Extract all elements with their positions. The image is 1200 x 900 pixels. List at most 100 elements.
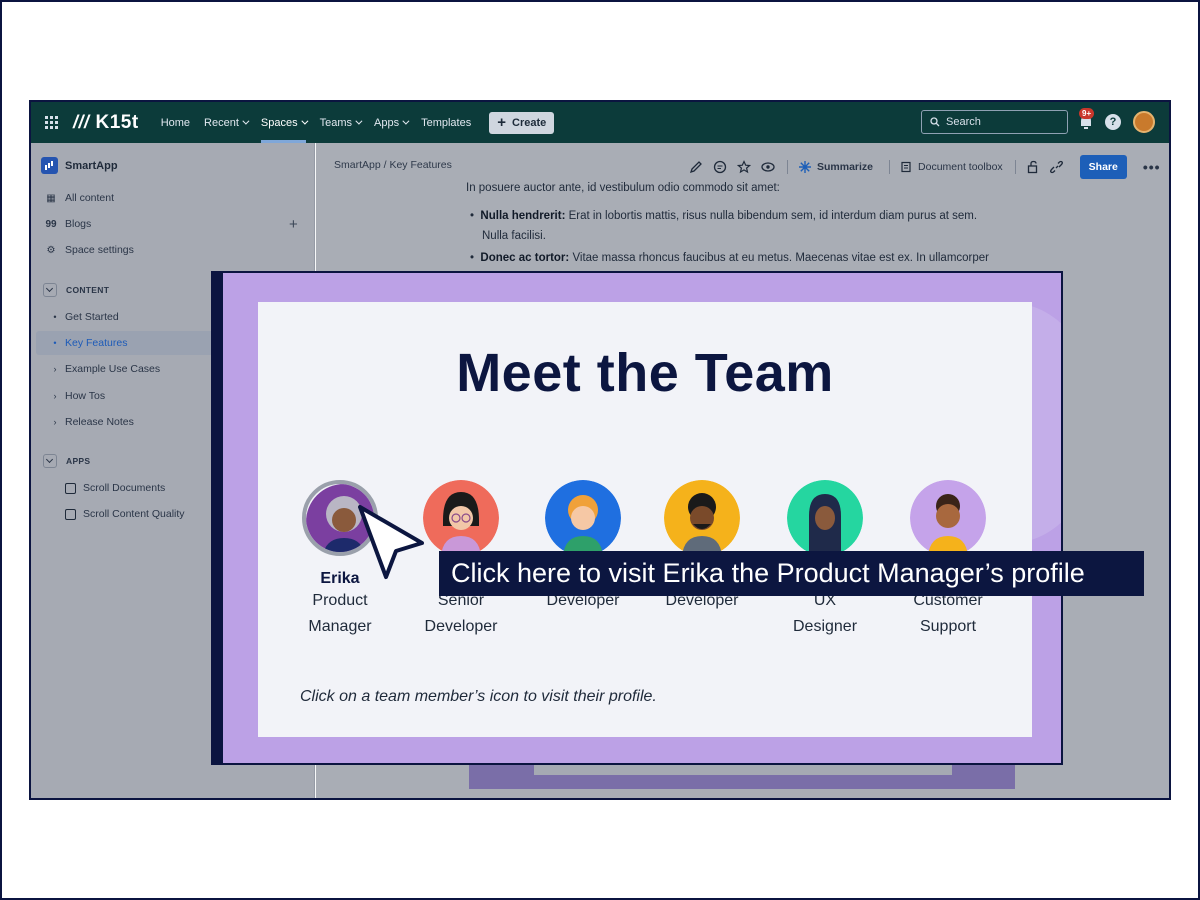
tree-item-key-features[interactable]: • Key Features xyxy=(49,337,127,349)
customer-support-avatar-icon xyxy=(910,480,986,556)
doc-intro-line: In posuere auctor ante, id vestibulum od… xyxy=(466,182,780,194)
star-icon[interactable] xyxy=(737,160,751,174)
nav-apps-label: Apps xyxy=(374,116,400,129)
more-actions-icon[interactable]: ••• xyxy=(1143,159,1161,175)
help-icon[interactable]: ? xyxy=(1105,114,1121,130)
plus-icon: + xyxy=(497,114,506,131)
tree-item-get-started[interactable]: • Get Started xyxy=(49,311,119,323)
edit-pencil-icon[interactable] xyxy=(689,160,703,174)
tree-item-label: Get Started xyxy=(65,311,119,323)
member-role-line2: Developer xyxy=(424,618,498,635)
summarize-button[interactable]: Summarize xyxy=(798,160,873,174)
space-chart-icon xyxy=(41,157,58,174)
developer-avatar-icon xyxy=(545,480,621,556)
doc-bullet-2-text: Vitae massa rhoncus faucibus at eu metus… xyxy=(569,252,989,264)
chevron-down-icon xyxy=(402,117,410,125)
unlock-icon[interactable] xyxy=(1026,160,1040,174)
tree-item-label: Example Use Cases xyxy=(65,363,161,375)
slide-title: Meet the Team xyxy=(456,343,834,403)
search-input[interactable]: Search xyxy=(921,110,1068,134)
chevron-right-icon: › xyxy=(53,364,57,374)
add-blog-plus-icon[interactable]: + xyxy=(289,216,298,233)
tree-item-example-use-cases[interactable]: › Example Use Cases xyxy=(49,363,161,375)
bullet-icon: • xyxy=(470,210,481,222)
nav-teams-label: Teams xyxy=(319,116,353,129)
document-toolbox-button[interactable]: Document toolbox xyxy=(900,161,1003,173)
tree-item-label: Key Features xyxy=(65,337,128,349)
tree-item-label: Release Notes xyxy=(65,416,134,428)
toolbar-divider xyxy=(1014,160,1016,174)
section-header-label: CONTENT xyxy=(66,285,110,295)
tree-item-how-tos[interactable]: › How Tos xyxy=(49,390,106,402)
tree-item-release-notes[interactable]: › Release Notes xyxy=(49,416,134,428)
nav-templates[interactable]: Templates xyxy=(421,102,471,143)
embedded-frame-bottom-inner xyxy=(534,765,952,775)
top-navigation: /// K15t Home Recent Spaces Teams Apps T… xyxy=(31,102,1169,143)
nav-spaces-label: Spaces xyxy=(260,116,298,129)
app-item-label: Scroll Documents xyxy=(83,482,166,494)
page-toolbar: Summarize Document toolbox Share ••• xyxy=(689,155,1161,179)
chevron-down-icon xyxy=(242,117,250,125)
app-item-scroll-content-quality[interactable]: Scroll Content Quality xyxy=(65,508,185,520)
logo-mark-icon: /// xyxy=(73,112,90,132)
search-icon xyxy=(930,117,940,127)
nav-templates-label: Templates xyxy=(421,116,472,129)
comment-icon[interactable] xyxy=(713,160,727,174)
space-title[interactable]: SmartApp xyxy=(41,157,118,174)
sidebar-item-all-content[interactable]: ▦ All content xyxy=(45,192,114,204)
doc-bullet-1: • Nulla hendrerit: Erat in lobortis matt… xyxy=(470,207,977,226)
chevron-down-icon xyxy=(355,117,363,125)
logo-text: K15t xyxy=(95,111,139,133)
chevron-down-icon xyxy=(300,117,309,125)
slide-footer-instruction: Click on a team member’s icon to visit t… xyxy=(300,688,657,705)
apps-section-header[interactable]: APPS xyxy=(43,454,90,468)
member-avatar[interactable] xyxy=(787,480,863,556)
create-label: Create xyxy=(512,116,547,129)
notification-badge: 9+ xyxy=(1079,108,1095,119)
create-button[interactable]: + Create xyxy=(489,111,555,134)
doc-bullet-1-cont: Nulla facilisi. xyxy=(482,230,546,242)
nav-recent[interactable]: Recent xyxy=(204,102,250,143)
sidebar-item-label: All content xyxy=(65,192,115,204)
watch-eye-icon[interactable] xyxy=(761,160,775,174)
nav-teams[interactable]: Teams xyxy=(319,102,363,143)
app-item-scroll-documents[interactable]: Scroll Documents xyxy=(65,482,165,494)
collapse-chevron-icon xyxy=(43,283,57,297)
space-name: SmartApp xyxy=(65,159,118,172)
link-icon[interactable] xyxy=(1049,160,1064,174)
doc-bullet-2: • Donec ac tortor: Vitae massa rhoncus f… xyxy=(470,249,989,268)
gear-icon: ⚙ xyxy=(46,244,56,256)
content-section-header[interactable]: CONTENT xyxy=(43,283,109,297)
collapse-chevron-icon xyxy=(43,454,57,468)
app-item-label: Scroll Content Quality xyxy=(83,508,185,520)
share-button[interactable]: Share xyxy=(1079,155,1127,179)
mouse-pointer-icon xyxy=(358,505,424,579)
ux-designer-avatar-icon xyxy=(787,480,863,556)
section-header-label: APPS xyxy=(66,456,91,466)
toolbar-divider xyxy=(787,160,788,174)
tooltip-callout: Click here to visit Erika the Product Ma… xyxy=(439,551,1144,596)
bullet-icon: • xyxy=(53,338,57,348)
scroll-content-quality-icon xyxy=(65,508,76,520)
nav-apps[interactable]: Apps xyxy=(374,102,410,143)
sidebar-item-blogs[interactable]: 99 Blogs xyxy=(45,218,91,230)
member-avatar[interactable] xyxy=(664,480,740,556)
app-switcher-icon[interactable] xyxy=(45,115,59,130)
k15t-logo[interactable]: /// K15t xyxy=(73,112,139,134)
nav-recent-label: Recent xyxy=(204,116,239,129)
sparkle-icon xyxy=(799,161,811,173)
member-avatar[interactable] xyxy=(545,480,621,556)
doc-bullet-1-bold: Nulla hendrerit: xyxy=(480,210,566,222)
toolbar-divider xyxy=(889,160,891,174)
nav-spaces[interactable]: Spaces xyxy=(260,102,309,143)
quote-icon: 99 xyxy=(45,218,57,230)
sidebar-item-space-settings[interactable]: ⚙ Space settings xyxy=(45,244,134,256)
user-avatar[interactable] xyxy=(1133,111,1155,133)
member-avatar[interactable] xyxy=(910,480,986,556)
developer-avatar-icon xyxy=(664,480,740,556)
grid-icon: ▦ xyxy=(46,192,56,204)
nav-home[interactable]: Home xyxy=(161,102,190,143)
summarize-label: Summarize xyxy=(817,161,874,173)
breadcrumb[interactable]: SmartApp / Key Features xyxy=(334,159,452,171)
doc-bullet-1-text: Erat in lobortis mattis, risus nulla bib… xyxy=(565,210,978,222)
